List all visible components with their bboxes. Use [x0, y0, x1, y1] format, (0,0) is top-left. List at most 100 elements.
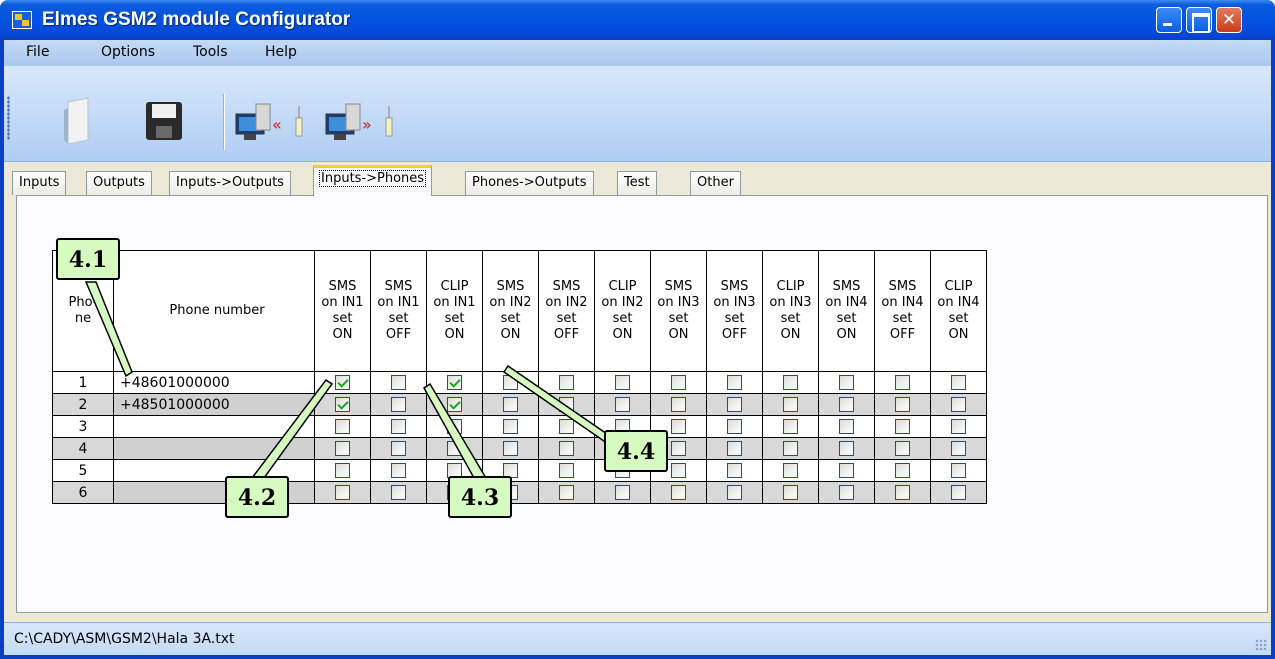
notification-checkbox[interactable] — [727, 375, 742, 390]
notification-checkbox[interactable] — [335, 441, 350, 456]
notification-checkbox[interactable] — [559, 441, 574, 456]
notification-checkbox[interactable] — [783, 419, 798, 434]
notification-checkbox[interactable] — [671, 463, 686, 478]
save-floppy-icon[interactable] — [140, 96, 188, 146]
notification-checkbox[interactable] — [839, 463, 854, 478]
notification-checkbox[interactable] — [895, 463, 910, 478]
notification-checkbox[interactable] — [335, 375, 350, 390]
notification-checkbox[interactable] — [895, 397, 910, 412]
header-check-col: SMS on IN3 set ON — [650, 250, 707, 372]
notification-checkbox[interactable] — [391, 463, 406, 478]
phone-number-cell[interactable] — [113, 437, 315, 460]
notification-checkbox[interactable] — [503, 419, 518, 434]
notification-checkbox[interactable] — [615, 397, 630, 412]
minimize-button[interactable] — [1156, 7, 1182, 33]
notification-checkbox[interactable] — [727, 485, 742, 500]
notification-checkbox[interactable] — [839, 419, 854, 434]
notification-checkbox[interactable] — [727, 441, 742, 456]
notification-checkbox[interactable] — [559, 375, 574, 390]
notification-checkbox[interactable] — [671, 419, 686, 434]
notification-checkbox[interactable] — [671, 397, 686, 412]
notification-checkbox[interactable] — [727, 419, 742, 434]
row-number: 6 — [52, 481, 114, 504]
notification-checkbox[interactable] — [447, 419, 462, 434]
notification-checkbox[interactable] — [951, 441, 966, 456]
tab-inputs[interactable]: Inputs — [12, 171, 67, 195]
notification-checkbox[interactable] — [559, 463, 574, 478]
phone-number-cell[interactable]: +48601000000 — [113, 371, 315, 394]
header-check-col: SMS on IN2 set OFF — [538, 250, 595, 372]
toolbar-grip[interactable] — [7, 96, 10, 140]
notification-checkbox[interactable] — [335, 485, 350, 500]
menu-file[interactable]: File — [26, 44, 49, 60]
notification-checkbox[interactable] — [559, 485, 574, 500]
notification-checkbox[interactable] — [783, 441, 798, 456]
notification-checkbox[interactable] — [447, 375, 462, 390]
maximize-button[interactable] — [1186, 7, 1212, 33]
tab-outputs[interactable]: Outputs — [86, 171, 152, 195]
read-from-module-icon[interactable]: « — [234, 96, 312, 146]
title-bar[interactable]: Elmes GSM2 module Configurator — [0, 0, 1275, 40]
notification-checkbox[interactable] — [727, 397, 742, 412]
notification-checkbox[interactable] — [391, 397, 406, 412]
phone-number-cell[interactable] — [113, 415, 315, 438]
check-cell — [706, 437, 763, 460]
notification-checkbox[interactable] — [391, 419, 406, 434]
notification-checkbox[interactable] — [951, 375, 966, 390]
notification-checkbox[interactable] — [895, 441, 910, 456]
notification-checkbox[interactable] — [615, 375, 630, 390]
notification-checkbox[interactable] — [503, 397, 518, 412]
notification-checkbox[interactable] — [783, 375, 798, 390]
notification-checkbox[interactable] — [839, 397, 854, 412]
notification-checkbox[interactable] — [335, 397, 350, 412]
menu-tools[interactable]: Tools — [193, 44, 228, 60]
notification-checkbox[interactable] — [335, 463, 350, 478]
notification-checkbox[interactable] — [895, 375, 910, 390]
menu-options[interactable]: Options — [101, 44, 155, 60]
notification-checkbox[interactable] — [671, 441, 686, 456]
notification-checkbox[interactable] — [951, 419, 966, 434]
tab-inputs-outputs[interactable]: Inputs->Outputs — [169, 171, 291, 195]
notification-checkbox[interactable] — [559, 397, 574, 412]
check-cell — [650, 481, 707, 504]
notification-checkbox[interactable] — [727, 463, 742, 478]
app-icon — [12, 11, 32, 29]
notification-checkbox[interactable] — [895, 485, 910, 500]
notification-checkbox[interactable] — [839, 375, 854, 390]
check-cell — [426, 393, 483, 416]
menu-help[interactable]: Help — [265, 44, 297, 60]
notification-checkbox[interactable] — [783, 397, 798, 412]
check-cell — [426, 437, 483, 460]
resize-grip[interactable] — [1255, 639, 1267, 651]
notification-checkbox[interactable] — [671, 375, 686, 390]
notification-checkbox[interactable] — [503, 375, 518, 390]
notification-checkbox[interactable] — [951, 397, 966, 412]
open-file-icon[interactable] — [54, 96, 102, 146]
notification-checkbox[interactable] — [783, 485, 798, 500]
notification-checkbox[interactable] — [447, 441, 462, 456]
notification-checkbox[interactable] — [839, 441, 854, 456]
notification-checkbox[interactable] — [951, 485, 966, 500]
notification-checkbox[interactable] — [503, 441, 518, 456]
notification-checkbox[interactable] — [671, 485, 686, 500]
tab-other[interactable]: Other — [690, 171, 741, 195]
phone-number-cell[interactable]: +48501000000 — [113, 393, 315, 416]
notification-checkbox[interactable] — [335, 419, 350, 434]
notification-checkbox[interactable] — [559, 419, 574, 434]
check-cell — [314, 371, 371, 394]
notification-checkbox[interactable] — [391, 485, 406, 500]
close-button[interactable] — [1216, 7, 1242, 33]
notification-checkbox[interactable] — [839, 485, 854, 500]
notification-checkbox[interactable] — [447, 397, 462, 412]
notification-checkbox[interactable] — [895, 419, 910, 434]
write-to-module-icon[interactable]: » — [324, 96, 402, 146]
notification-checkbox[interactable] — [391, 375, 406, 390]
notification-checkbox[interactable] — [391, 441, 406, 456]
tab-inputs-phones[interactable]: Inputs->Phones — [313, 165, 433, 196]
notification-checkbox[interactable] — [615, 485, 630, 500]
notification-checkbox[interactable] — [951, 463, 966, 478]
tab-test[interactable]: Test — [617, 171, 657, 195]
notification-checkbox[interactable] — [783, 463, 798, 478]
check-cell — [874, 415, 931, 438]
tab-phones-outputs[interactable]: Phones->Outputs — [465, 171, 594, 195]
